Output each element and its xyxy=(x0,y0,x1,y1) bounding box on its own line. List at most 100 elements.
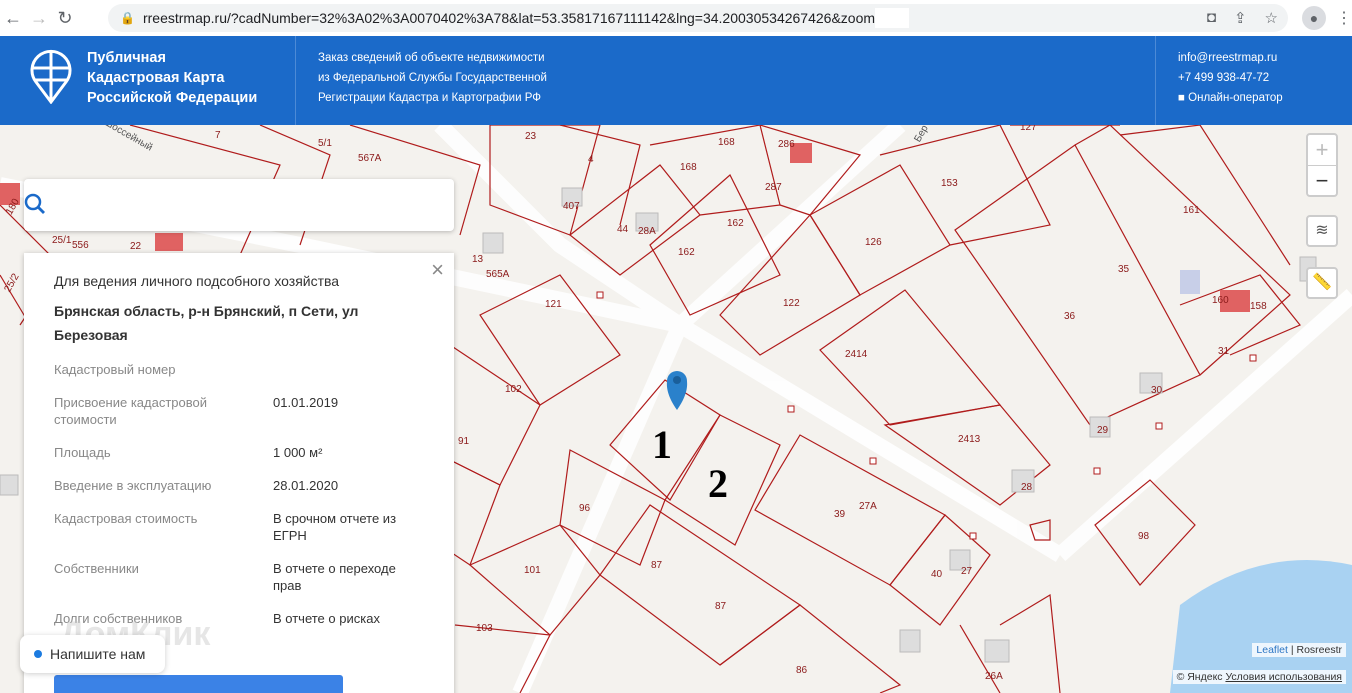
street-label: Бер xyxy=(912,125,931,144)
order-button[interactable] xyxy=(54,675,343,693)
site-header: Публичная Кадастровая Карта Российской Ф… xyxy=(0,36,1352,125)
cadastral-map[interactable]: 7 5/1 567А 23 4 168 168 286 153 127 161 407 44 28А 162… xyxy=(0,125,1352,693)
yandex-attribution: © Яндекс Условия использования xyxy=(1172,670,1346,684)
parcel-label: 102 xyxy=(505,384,522,395)
parcel-label: 91 xyxy=(458,436,470,447)
email-link[interactable]: info@rreestrmap.ru xyxy=(1178,48,1283,68)
parcel-label: 101 xyxy=(524,565,541,576)
search-icon[interactable] xyxy=(24,193,46,215)
profile-icon[interactable]: ● xyxy=(1302,6,1326,30)
parcel-label: 4 xyxy=(588,154,594,165)
parcel-label: 86 xyxy=(796,665,808,676)
parcel-label: 126 xyxy=(865,237,882,248)
info-row: Собственники В отчете о переходе прав xyxy=(54,560,424,594)
parcel-label: 153 xyxy=(941,178,958,189)
debts-link[interactable]: В отчете о рисках xyxy=(273,610,403,627)
chat-button[interactable]: Напишите нам xyxy=(20,635,165,673)
forward-icon[interactable]: → xyxy=(26,8,52,29)
owners-link[interactable]: В отчете о переходе прав xyxy=(273,560,403,594)
zoom-in-button[interactable]: + xyxy=(1308,135,1336,165)
chat-icon: ■ xyxy=(1178,92,1185,104)
info-row: Кадастровый номер xyxy=(54,362,176,377)
parcel-label: 28А xyxy=(638,226,656,237)
star-icon[interactable]: ☆ xyxy=(1265,9,1278,27)
parcel-label: 407 xyxy=(563,201,580,212)
reload-icon[interactable]: ↻ xyxy=(52,8,78,29)
parcel-label: 122 xyxy=(783,298,800,309)
share-icon[interactable]: ⇪ xyxy=(1234,9,1247,27)
parcel-purpose: Для ведения личного подсобного хозяйства xyxy=(54,273,340,289)
parcel-label: 162 xyxy=(727,218,744,229)
parcel-label: 25/1 xyxy=(52,235,72,246)
info-row: Присвоение кадастровой стоимости 01.01.20… xyxy=(54,395,339,427)
leaflet-link[interactable]: Leaflet xyxy=(1256,644,1288,656)
parcel-label: 13 xyxy=(472,254,484,265)
parcel-label: 5/1 xyxy=(318,138,332,149)
parcel-label: 556 xyxy=(72,240,89,251)
browser-toolbar: ← → ↻ 🔒 rreestrmap.ru/?cadNumber=32%3A02… xyxy=(0,0,1352,36)
location-pin-icon[interactable] xyxy=(666,371,688,410)
parcel-label: 287 xyxy=(765,182,782,193)
brand-title[interactable]: Публичная Кадастровая Карта Российской Ф… xyxy=(87,48,257,108)
parcel-label: 35 xyxy=(1118,264,1130,275)
parcel-label: 161 xyxy=(1183,205,1200,216)
parcel-label: 168 xyxy=(680,162,697,173)
marker-label-2: 2 xyxy=(708,461,728,506)
parcel-label: 2413 xyxy=(958,434,981,445)
parcel-label: 158 xyxy=(1250,301,1267,312)
parcel-label: 22 xyxy=(130,241,142,252)
close-icon[interactable]: × xyxy=(431,257,444,283)
parcel-label: 565А xyxy=(486,269,510,280)
info-row: Кадастровая стоимость В срочном отчете из… xyxy=(54,510,424,544)
parcel-label: 44 xyxy=(617,224,629,235)
parcel-label: 121 xyxy=(545,299,562,310)
back-icon[interactable]: ← xyxy=(0,8,26,29)
url-text: rreestrmap.ru/?cadNumber=32%3A02%3A00704… xyxy=(142,10,876,26)
parcel-label: 160 xyxy=(1212,295,1229,306)
extension-icon[interactable]: ◘ xyxy=(1207,9,1216,27)
parcel-label: 31 xyxy=(1218,346,1230,357)
parcel-label: 27А xyxy=(859,501,877,512)
service-description: Заказ сведений об объекте недвижимости из… xyxy=(318,52,547,104)
phone-link[interactable]: +7 499 938-47-72 xyxy=(1178,68,1283,88)
contacts: info@rreestrmap.ru +7 499 938-47-72 ■ Он… xyxy=(1178,48,1283,108)
parcel-label: 29 xyxy=(1097,425,1109,436)
terms-link[interactable]: Условия использования xyxy=(1225,671,1342,683)
parcel-address: Брянская область, р-н Брянский, п Сети, … xyxy=(54,303,359,343)
parcel-label: 87 xyxy=(715,601,727,612)
zoom-control: + − xyxy=(1306,133,1338,197)
lock-icon: 🔒 xyxy=(120,11,135,25)
parcel-label: 98 xyxy=(1138,531,1150,542)
parcel-label: 30 xyxy=(1151,385,1163,396)
map-attribution: Leaflet | Rosreestr xyxy=(1252,643,1346,657)
address-bar[interactable]: 🔒 rreestrmap.ru/?cadNumber=32%3A02%3A007… xyxy=(108,4,1288,32)
parcel-label: 27 xyxy=(961,566,973,577)
parcel-label: 28 xyxy=(1021,482,1033,493)
parcel-label: 36 xyxy=(1064,311,1076,322)
menu-icon[interactable]: ⋮ xyxy=(1336,8,1352,28)
zoom-out-button[interactable]: − xyxy=(1308,165,1336,195)
parcel-label: 40 xyxy=(931,569,943,580)
parcel-label: 96 xyxy=(579,503,591,514)
parcel-label: 26А xyxy=(985,671,1003,682)
parcel-label: 168 xyxy=(718,137,735,148)
parcel-label: 23 xyxy=(525,131,537,142)
ruler-icon[interactable]: 📏 xyxy=(1306,267,1338,299)
cadastral-value-link[interactable]: В срочном отчете из ЕГРН xyxy=(273,510,403,544)
parcel-label: 162 xyxy=(678,247,695,258)
parcel-label: 567А xyxy=(358,153,382,164)
parcel-label: 103 xyxy=(476,623,493,634)
info-row: Введение в эксплуатацию 28.01.2020 xyxy=(54,478,339,493)
parcel-label: 127 xyxy=(1020,125,1037,133)
info-row: Площадь 1 000 м² xyxy=(54,445,323,460)
search-box[interactable] xyxy=(24,179,454,231)
layers-icon[interactable]: ≋ xyxy=(1306,215,1338,247)
status-dot-icon xyxy=(34,650,42,658)
online-operator-link[interactable]: ■ Онлайн-оператор xyxy=(1178,88,1283,108)
parcel-label: 87 xyxy=(651,560,663,571)
parcel-label: 25/2 xyxy=(2,271,21,294)
globe-logo-icon xyxy=(30,49,72,104)
marker-label-1: 1 xyxy=(652,422,672,467)
search-input[interactable] xyxy=(40,179,400,229)
parcel-label: 2414 xyxy=(845,349,868,360)
